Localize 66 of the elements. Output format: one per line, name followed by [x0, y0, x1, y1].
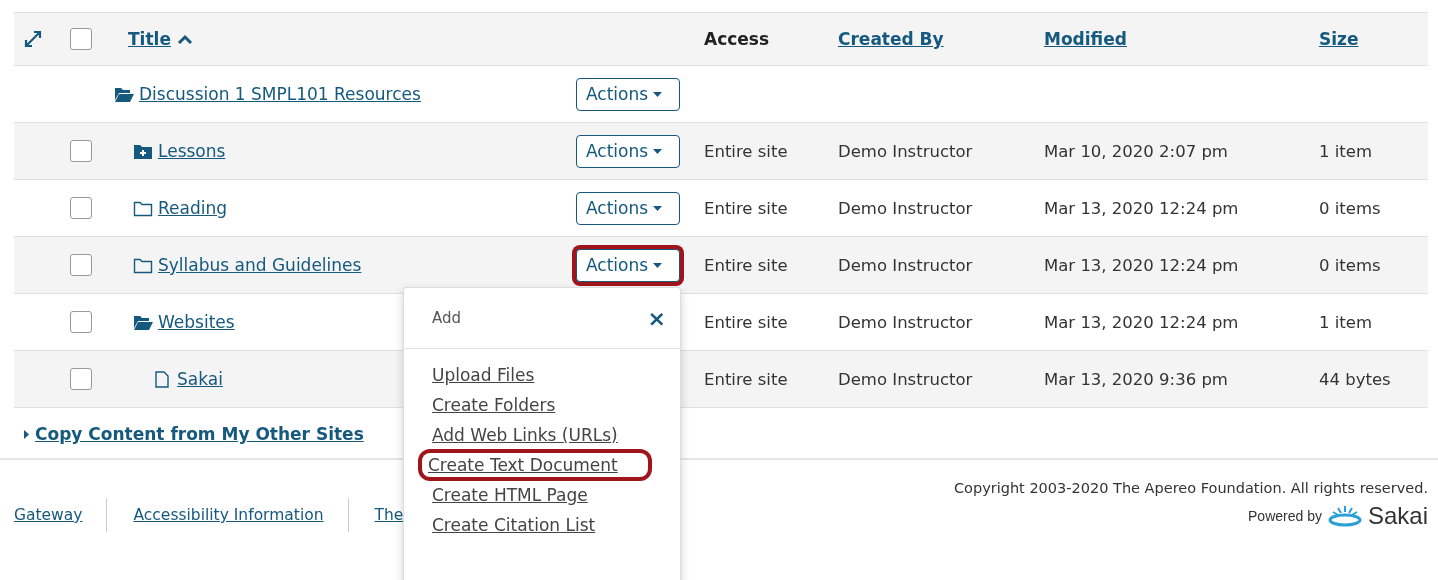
close-button[interactable]: × [645, 305, 668, 331]
item-link[interactable]: Discussion 1 SMPL101 Resources [139, 84, 421, 104]
actions-button[interactable]: Actions [576, 191, 680, 225]
access-cell-text: Entire site [703, 141, 789, 161]
item-link[interactable]: Reading [158, 198, 227, 218]
footer-link[interactable]: Accessibility Information [106, 498, 348, 532]
size-cell-text: 44 bytes [1318, 369, 1392, 389]
logo-text: Sakai [1367, 502, 1428, 530]
open-folder-icon [133, 313, 153, 331]
row-checkbox[interactable] [70, 140, 92, 162]
column-header[interactable]: Created By [824, 29, 1030, 49]
access-cell-text: Entire site [703, 312, 789, 332]
caret-icon [653, 148, 663, 154]
actions-button[interactable]: Actions [576, 134, 680, 168]
size-cell-text: 1 item [1318, 312, 1374, 332]
folder-plus-icon [133, 142, 153, 160]
creator-cell-text: Demo Instructor [837, 255, 974, 275]
caret-icon [653, 91, 663, 97]
powered-by-text: Powered by [1248, 508, 1322, 524]
modified-cell-text: Mar 13, 2020 12:24 pm [1043, 255, 1240, 275]
access-cell-text: Entire site [703, 198, 789, 218]
copy-content-link[interactable]: Copy Content from My Other Sites [24, 424, 364, 444]
item-link[interactable]: Syllabus and Guidelines [158, 255, 362, 275]
row-checkbox[interactable] [70, 368, 92, 390]
creator-cell-text: Demo Instructor [837, 312, 974, 332]
file-icon [152, 370, 172, 388]
creator-cell-text: Demo Instructor [837, 141, 974, 161]
size-cell-text: 0 items [1318, 198, 1382, 218]
expand-icon[interactable] [24, 30, 42, 48]
menu-item[interactable]: Create Citation List [426, 513, 602, 537]
folder-icon [133, 256, 153, 274]
folder-icon [133, 199, 153, 217]
item-link[interactable]: Lessons [158, 141, 226, 161]
footer-link[interactable]: Gateway [14, 498, 107, 532]
actions-button[interactable]: Actions [576, 77, 680, 111]
menu-item[interactable]: Create Folders [426, 393, 562, 417]
column-header[interactable]: Modified [1030, 29, 1305, 49]
select-all-checkbox[interactable] [70, 28, 92, 50]
column-header[interactable]: Title [114, 29, 690, 49]
copyright-text: Copyright 2003-2020 The Apereo Foundation. All rights reserved. [953, 480, 1428, 496]
row-checkbox[interactable] [70, 254, 92, 276]
column-header: Access [703, 29, 771, 49]
item-link[interactable]: Sakai [177, 369, 223, 389]
caret-right-icon [24, 429, 29, 439]
modified-cell-text: Mar 13, 2020 9:36 pm [1043, 369, 1229, 389]
modified-cell-text: Mar 10, 2020 2:07 pm [1043, 141, 1229, 161]
access-cell-text: Entire site [703, 369, 789, 389]
splash-logo-icon [1327, 504, 1362, 528]
row-checkbox[interactable] [70, 311, 92, 333]
access-cell-text: Entire site [703, 255, 789, 275]
menu-title: Add [432, 309, 462, 327]
creator-cell-text: Demo Instructor [837, 369, 974, 389]
modified-cell-text: Mar 13, 2020 12:24 pm [1043, 198, 1240, 218]
item-link[interactable]: Websites [158, 312, 235, 332]
size-cell-text: 0 items [1318, 255, 1382, 275]
menu-item[interactable]: Upload Files [426, 363, 541, 387]
creator-cell-text: Demo Instructor [837, 198, 974, 218]
caret-icon [653, 205, 663, 211]
size-cell-text: 1 item [1318, 141, 1374, 161]
row-checkbox[interactable] [70, 197, 92, 219]
menu-item[interactable]: Create HTML Page [426, 483, 594, 507]
column-header[interactable]: Size [1305, 29, 1428, 49]
open-folder-icon [114, 85, 134, 103]
menu-item[interactable]: Add Web Links (URLs) [426, 423, 624, 447]
modified-cell-text: Mar 13, 2020 12:24 pm [1043, 312, 1240, 332]
caret-icon [653, 262, 663, 268]
